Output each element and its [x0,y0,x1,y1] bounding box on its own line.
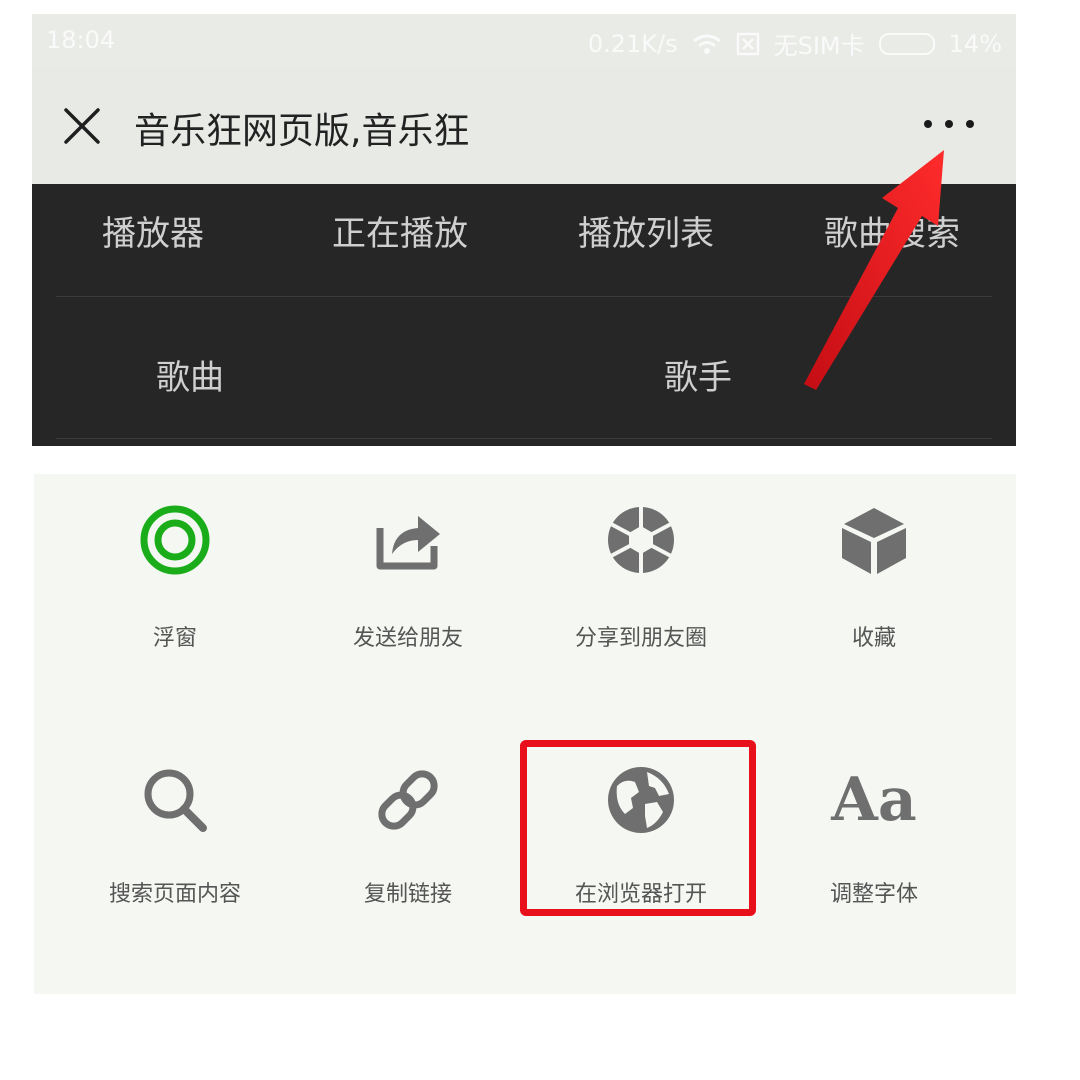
action-send-to-friend[interactable]: 发送给朋友 [293,504,523,664]
battery-icon [878,32,935,55]
action-float-window[interactable]: 浮窗 [60,504,290,664]
title-bar: 音乐狂网页版,音乐狂 [32,66,1016,184]
more-dot-icon [966,120,974,128]
more-options-button[interactable] [924,114,974,134]
action-label: 搜索页面内容 [108,882,241,907]
sim-icon [736,32,759,55]
more-dot-icon [945,120,953,128]
nav-item-songs[interactable]: 歌曲 [156,350,224,399]
action-label: 复制链接 [363,882,452,907]
nav-item-playlist[interactable]: 播放列表 [578,206,714,255]
page-title: 音乐狂网页版,音乐狂 [134,111,470,152]
sim-status: 无SIM卡 [773,32,865,60]
action-adjust-font[interactable]: Aa 调整字体 [759,764,989,924]
action-copy-link[interactable]: 复制链接 [293,764,523,924]
action-sheet: 浮窗 发送给朋友 分享到朋友圈 收藏 搜索页面内容 复制链接 在浏览器打开 Aa… [34,474,1016,994]
divider [56,296,992,297]
nav-item-now-playing[interactable]: 正在播放 [332,206,468,255]
action-favorite[interactable]: 收藏 [759,504,989,664]
search-icon [144,769,207,832]
status-time: 18:04 [46,26,116,54]
share-forward-icon [376,516,440,570]
link-icon [378,770,438,830]
highlight-box [520,740,756,916]
action-share-moments[interactable]: 分享到朋友圈 [526,504,756,664]
more-dot-icon [924,120,932,128]
float-window-icon [140,505,210,575]
browser-screenshot: 18:04 0.21K/s 无SIM卡 14% 音乐狂网页版,音乐狂 播放器 正… [32,14,1016,446]
close-icon[interactable] [60,104,104,148]
divider [56,438,992,439]
status-right-group: 0.21K/s 无SIM卡 14% [588,26,1002,61]
web-nav-menu: 播放器 正在播放 播放列表 歌曲搜索 歌曲 歌手 [32,184,1016,446]
action-search-page[interactable]: 搜索页面内容 [60,764,290,924]
nav-item-song-search[interactable]: 歌曲搜索 [824,206,960,255]
nav-item-singers[interactable]: 歌手 [664,350,732,399]
wifi-icon [692,34,721,54]
action-label: 分享到朋友圈 [574,626,707,651]
action-label: 发送给朋友 [352,626,463,651]
font-size-icon: Aa [831,765,917,835]
moments-shutter-icon [608,506,674,574]
action-label: 收藏 [851,626,896,651]
action-label: 调整字体 [829,882,918,907]
nav-item-player[interactable]: 播放器 [102,206,204,255]
net-speed: 0.21K/s [587,29,678,58]
status-bar: 18:04 0.21K/s 无SIM卡 14% [32,14,1016,66]
favorite-cube-icon [842,508,906,574]
action-label: 浮窗 [152,626,197,651]
battery-level: 14% [948,29,1002,58]
